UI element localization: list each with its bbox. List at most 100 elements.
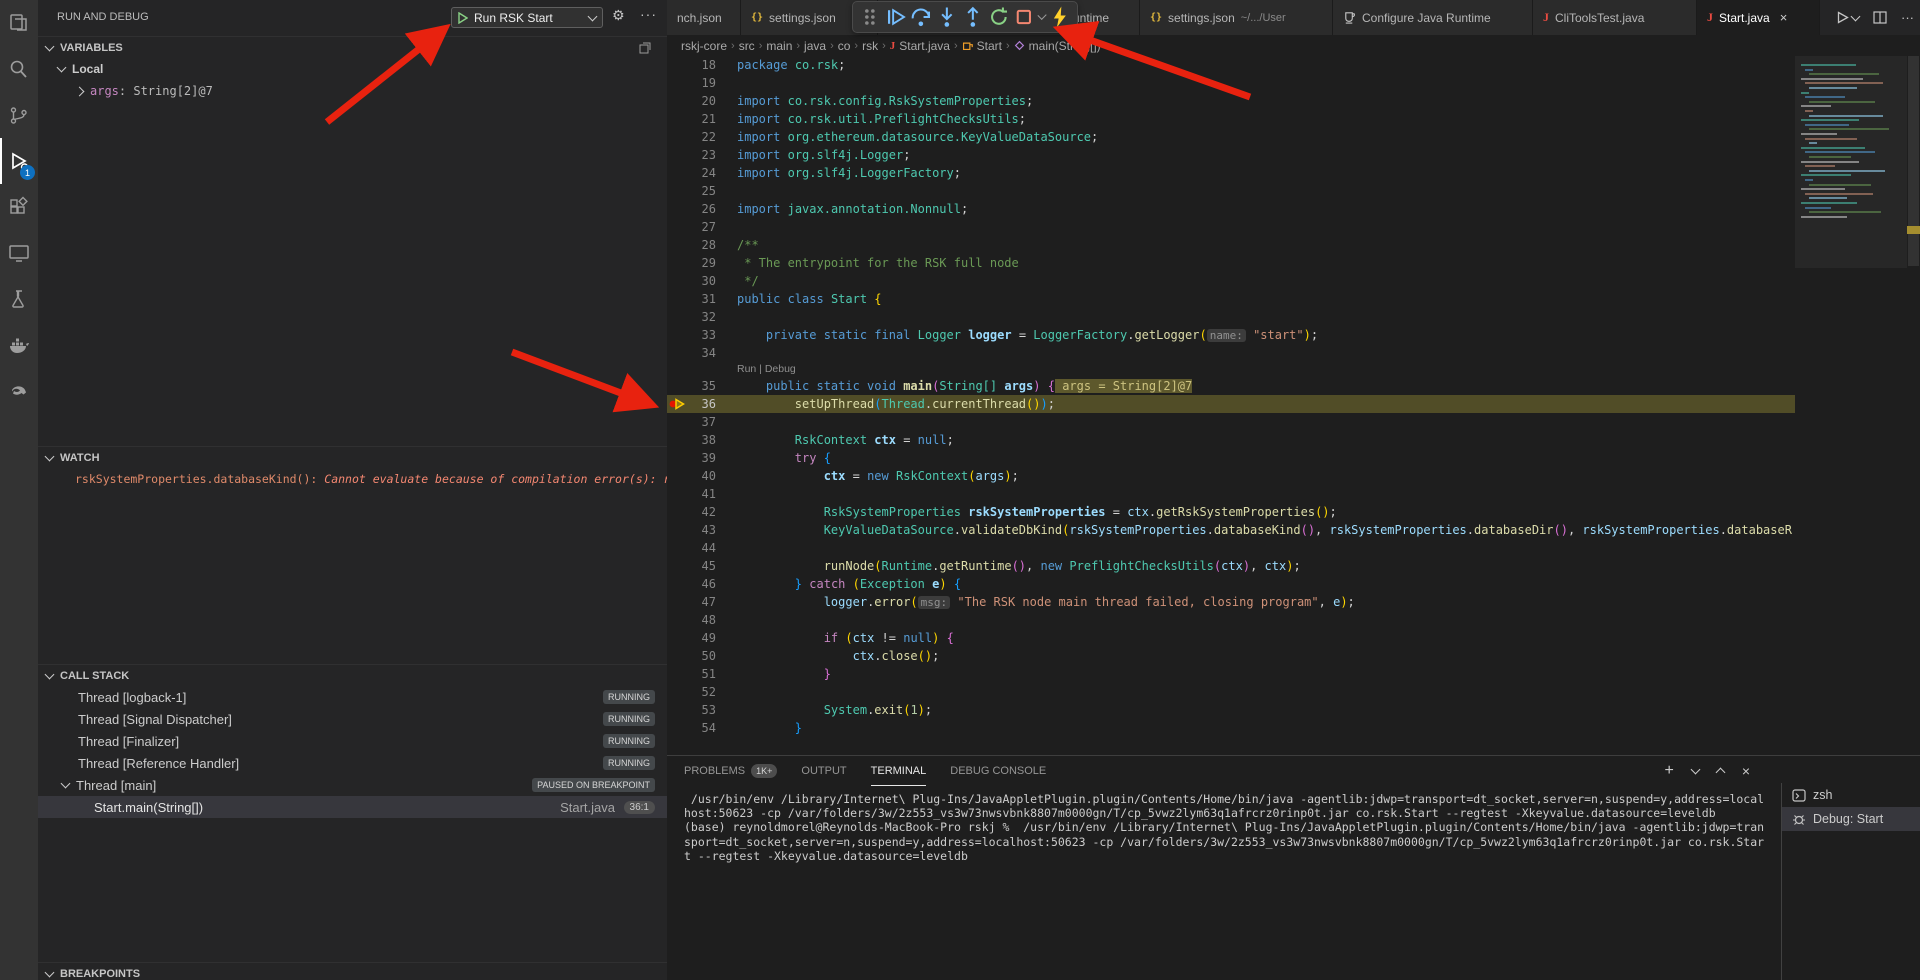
call-stack-thread-row[interactable]: Thread [logback-1]RUNNING [38, 686, 667, 708]
breadcrumb-item[interactable]: main [766, 39, 792, 53]
watch-expression-row[interactable]: rskSystemProperties.databaseKind(): Cann… [38, 468, 667, 490]
line-number[interactable]: 31 [667, 290, 737, 308]
line-number[interactable]: 29 [667, 254, 737, 272]
variables-section-header[interactable]: VARIABLES [38, 36, 667, 58]
line-number[interactable]: 33 [667, 326, 737, 344]
line-number[interactable]: 38 [667, 431, 737, 449]
line-number[interactable]: 44 [667, 539, 737, 557]
stop-chevron-icon[interactable] [1037, 11, 1046, 20]
line-number[interactable]: 54 [667, 719, 737, 737]
call-stack-thread-row[interactable]: Thread [Signal Dispatcher]RUNNING [38, 708, 667, 730]
run-config-dropdown[interactable]: Run RSK Start [451, 7, 603, 28]
minimap[interactable] [1795, 56, 1907, 755]
line-number[interactable]: 39 [667, 449, 737, 467]
terminal-session-zsh[interactable]: zsh [1782, 783, 1920, 807]
breadcrumb-item[interactable]: src [739, 39, 755, 53]
drag-handle-icon[interactable] [859, 5, 881, 29]
editor-tab-nch-json[interactable]: nch.json [667, 0, 741, 35]
line-number[interactable]: 51 [667, 665, 737, 683]
breakpoints-section-header[interactable]: BREAKPOINTS [38, 962, 667, 980]
collapse-all-icon[interactable] [639, 42, 651, 54]
line-number[interactable]: 46 [667, 575, 737, 593]
line-number[interactable]: 50 [667, 647, 737, 665]
line-number[interactable]: 18 [667, 56, 737, 74]
terminal-session-debug-start[interactable]: Debug: Start [1782, 807, 1920, 831]
codelens-run-debug[interactable]: Run | Debug [667, 362, 1795, 377]
line-number[interactable]: 19 [667, 74, 737, 92]
close-icon[interactable]: × [1780, 10, 1788, 25]
call-stack-thread-row[interactable]: Thread [Reference Handler]RUNNING [38, 752, 667, 774]
close-panel-icon[interactable]: × [1742, 763, 1750, 779]
editor-tab-configure-java-runtime[interactable]: Configure Java Runtime [1333, 0, 1533, 35]
breadcrumb-item[interactable]: java [804, 39, 826, 53]
line-number[interactable]: 35 [667, 377, 737, 395]
activity-item-extensions[interactable] [0, 184, 38, 230]
breadcrumb[interactable]: rskj-core›src›main›java›co›rsk›JStart.ja… [667, 35, 1920, 56]
new-terminal-icon[interactable]: + [1664, 762, 1673, 780]
panel-tab-terminal[interactable]: TERMINAL [871, 756, 927, 786]
panel-tab-output[interactable]: OUTPUT [801, 756, 846, 786]
line-number[interactable]: 47 [667, 593, 737, 611]
call-stack-section-header[interactable]: CALL STACK [38, 664, 667, 686]
call-stack-thread-row[interactable]: Thread [Finalizer]RUNNING [38, 730, 667, 752]
line-number[interactable]: 34 [667, 344, 737, 362]
editor-tab-clitoolstest-java[interactable]: JCliToolsTest.java [1533, 0, 1697, 35]
line-number[interactable]: 27 [667, 218, 737, 236]
hot-code-replace-icon[interactable] [1049, 5, 1071, 29]
step-into-icon[interactable] [936, 5, 958, 29]
breadcrumb-class[interactable]: Start [977, 39, 1002, 53]
breadcrumb-item[interactable]: rskj-core [681, 39, 727, 53]
activity-item-search[interactable] [0, 46, 38, 92]
line-number[interactable]: 48 [667, 611, 737, 629]
editor-tab-settings-json[interactable]: {}settings.json~/.../User [1140, 0, 1333, 35]
stop-icon[interactable] [1013, 5, 1035, 29]
line-number[interactable]: 21 [667, 110, 737, 128]
split-editor-icon[interactable] [1873, 11, 1887, 24]
line-number[interactable]: 52 [667, 683, 737, 701]
line-number[interactable]: 45 [667, 557, 737, 575]
activity-item-gradle[interactable] [0, 368, 38, 414]
breadcrumb-item[interactable]: rsk [862, 39, 878, 53]
line-number[interactable]: 28 [667, 236, 737, 254]
terminal-output[interactable]: /usr/bin/env /Library/Internet\ Plug-Ins… [684, 792, 1774, 863]
call-stack-thread-row[interactable]: Thread [main]PAUSED ON BREAKPOINT [38, 774, 667, 796]
gear-icon[interactable]: ⚙ [612, 8, 625, 24]
more-actions-icon[interactable]: ··· [640, 6, 657, 22]
terminal-dropdown-icon[interactable] [1690, 765, 1700, 775]
line-number[interactable]: 40 [667, 467, 737, 485]
code-editor[interactable]: 18package co.rsk;1920import co.rsk.confi… [667, 56, 1795, 755]
panel-tab-problems[interactable]: PROBLEMS1K+ [684, 756, 777, 786]
editor-scrollbar[interactable] [1907, 56, 1920, 755]
line-number[interactable]: 22 [667, 128, 737, 146]
line-number[interactable]: 53 [667, 701, 737, 719]
line-number[interactable]: 23 [667, 146, 737, 164]
activity-item-docker[interactable] [0, 322, 38, 368]
line-number[interactable]: 25 [667, 182, 737, 200]
line-number[interactable]: 49 [667, 629, 737, 647]
restart-icon[interactable] [988, 5, 1010, 29]
line-number[interactable]: 41 [667, 485, 737, 503]
maximize-panel-icon[interactable] [1715, 768, 1725, 778]
line-number[interactable]: 42 [667, 503, 737, 521]
variable-args-row[interactable]: args: String[2]@7 [38, 80, 667, 102]
scrollbar-slider[interactable] [1908, 56, 1919, 266]
breadcrumb-item[interactable]: co [838, 39, 851, 53]
more-actions-icon[interactable]: ··· [1901, 10, 1914, 25]
variables-scope-local[interactable]: Local [38, 58, 667, 80]
line-number[interactable]: 37 [667, 413, 737, 431]
watch-section-header[interactable]: WATCH [38, 446, 667, 468]
run-java-button[interactable] [1837, 11, 1859, 24]
step-out-icon[interactable] [962, 5, 984, 29]
line-number[interactable]: 30 [667, 272, 737, 290]
activity-item-source-control[interactable] [0, 92, 38, 138]
activity-item-testing[interactable] [0, 276, 38, 322]
activity-item-run-and-debug[interactable]: 1 [0, 138, 38, 184]
editor-tab-start-java[interactable]: JStart.java× [1697, 0, 1820, 35]
line-number[interactable]: 20 [667, 92, 737, 110]
continue-icon[interactable] [885, 5, 907, 29]
stack-frame-row[interactable]: Start.main(String[])Start.java36:1 [38, 796, 667, 818]
line-number[interactable]: 32 [667, 308, 737, 326]
line-number[interactable]: 43 [667, 521, 737, 539]
step-over-icon[interactable] [910, 5, 932, 29]
activity-item-remote-explorer[interactable] [0, 230, 38, 276]
